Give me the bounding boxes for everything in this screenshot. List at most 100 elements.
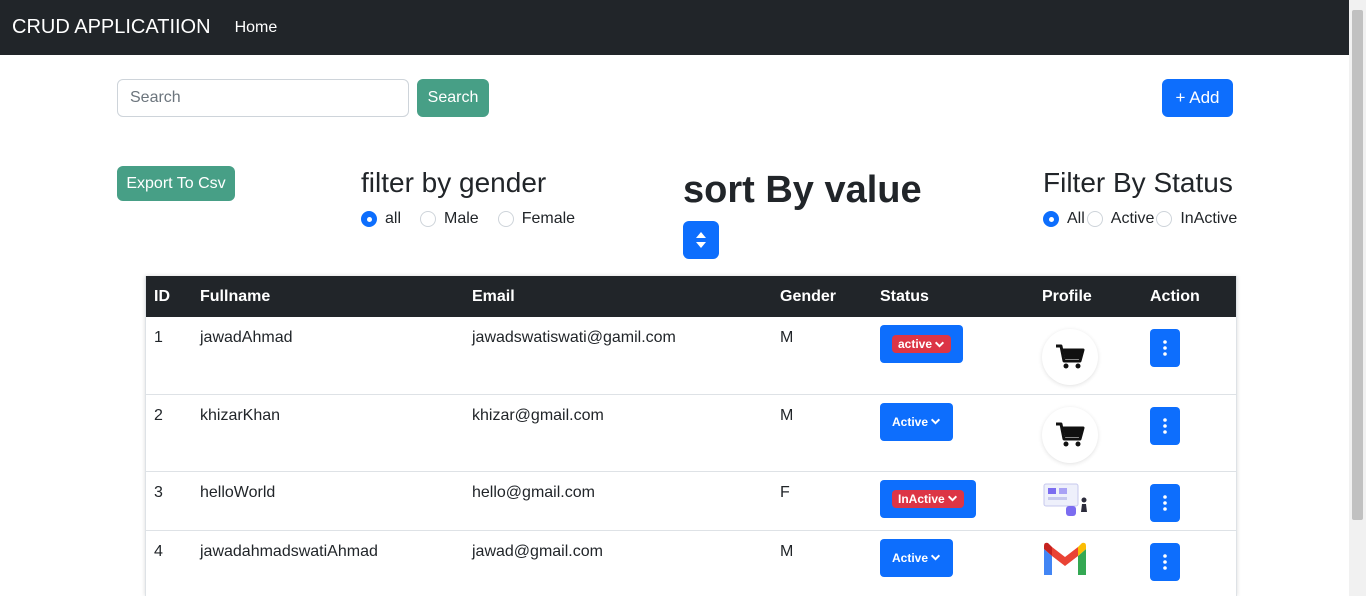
illustration-icon <box>1043 483 1087 516</box>
cell-gender: F <box>772 471 872 531</box>
kebab-menu-icon <box>1163 553 1167 570</box>
header-fullname: Fullname <box>192 276 464 317</box>
kebab-menu-icon <box>1163 494 1167 511</box>
gender-male-label: Male <box>444 210 479 227</box>
users-table: ID Fullname Email Gender Status Profile … <box>146 276 1236 596</box>
cell-action <box>1142 317 1236 395</box>
sort-button[interactable] <box>683 221 719 259</box>
cell-fullname: jawadAhmad <box>192 317 464 395</box>
cell-id: 3 <box>146 471 192 531</box>
status-badge: Active <box>892 551 941 565</box>
status-dropdown-button[interactable]: active <box>880 325 964 363</box>
table-row: 3 helloWorld hello@gmail.com F InActive <box>146 471 1236 531</box>
cell-id: 2 <box>146 394 192 472</box>
status-label: InActive <box>898 491 945 506</box>
status-all-radio[interactable] <box>1043 211 1059 227</box>
header-status: Status <box>872 276 1034 317</box>
cell-gender: M <box>772 317 872 395</box>
status-active-radio[interactable] <box>1086 211 1103 227</box>
brand-title[interactable]: CRUD APPLICATIION <box>12 16 211 39</box>
navbar: CRUD APPLICATIION Home <box>0 0 1349 55</box>
chevron-down-icon <box>930 554 941 561</box>
cart-icon <box>1056 422 1085 446</box>
cart-icon <box>1056 344 1085 369</box>
cell-email: jawadswatiswati@gamil.com <box>464 317 772 395</box>
cell-id: 1 <box>146 317 192 395</box>
row-actions-button[interactable] <box>1150 406 1180 445</box>
sort-title: sort By value <box>683 169 922 211</box>
cell-status: Active <box>872 530 1034 596</box>
status-filter-radios: All Active InActive <box>1043 210 1237 228</box>
cell-email: jawad@gmail.com <box>472 542 603 560</box>
status-dropdown-button[interactable]: Active <box>880 402 954 441</box>
vertical-scrollbar[interactable] <box>1349 0 1366 596</box>
status-active-label: Active <box>1110 210 1155 227</box>
header-gender: Gender <box>772 276 872 317</box>
cell-status: Active <box>872 394 1034 472</box>
search-button[interactable]: Search <box>417 79 489 117</box>
status-label: active <box>898 337 933 351</box>
table-header-row: ID Fullname Email Gender Status Profile … <box>146 276 1236 317</box>
nav-home-link[interactable]: Home <box>235 19 278 37</box>
cell-gender: M <box>780 542 794 560</box>
cell-action <box>1142 530 1236 596</box>
header-email: Email <box>464 276 772 317</box>
chevron-down-icon <box>947 495 957 502</box>
table-row: 4 jawadahmadswatiAhmad jawad@gmail.com M… <box>146 530 1236 596</box>
status-filter-title: Filter By Status <box>1043 167 1233 198</box>
gender-male-radio[interactable] <box>420 211 437 227</box>
sort-icon <box>696 232 706 248</box>
table-row: 2 khizarKhan khizar@gmail.com M Active <box>146 394 1236 472</box>
avatar <box>1042 406 1098 463</box>
status-badge: InActive <box>892 489 964 508</box>
status-label: Active <box>892 550 929 565</box>
cell-action <box>1142 471 1236 531</box>
cell-profile <box>1034 530 1142 596</box>
gender-all-radio[interactable] <box>361 211 377 227</box>
kebab-menu-icon <box>1163 340 1167 356</box>
chevron-down-icon <box>930 418 941 425</box>
cell-profile <box>1034 317 1142 395</box>
gender-female-radio[interactable] <box>497 211 514 227</box>
cell-gender: M <box>772 394 872 472</box>
export-csv-button[interactable]: Export To Csv <box>117 166 235 201</box>
status-inactive-label: InActive <box>1180 210 1238 227</box>
add-button[interactable]: + Add <box>1162 79 1233 117</box>
cell-id: 4 <box>154 542 163 560</box>
gender-female-label: Female <box>521 210 576 227</box>
header-id: ID <box>146 276 192 317</box>
scrollbar-thumb[interactable] <box>1352 10 1363 520</box>
row-actions-button[interactable] <box>1150 483 1180 522</box>
status-inactive-radio[interactable] <box>1156 211 1173 227</box>
cell-fullname: khizarKhan <box>192 394 464 472</box>
cell-profile <box>1034 471 1142 531</box>
avatar <box>1042 329 1098 385</box>
gender-filter-title: filter by gender <box>361 167 547 198</box>
cell-fullname: helloWorld <box>192 471 464 531</box>
row-actions-button[interactable] <box>1150 329 1180 367</box>
cell-fullname: jawadahmadswatiAhmad <box>200 542 378 560</box>
users-table-container: ID Fullname Email Gender Status Profile … <box>145 276 1237 596</box>
search-input[interactable] <box>117 79 409 117</box>
cell-status: active <box>872 317 1034 395</box>
row-actions-button[interactable] <box>1150 542 1180 581</box>
cell-profile <box>1034 394 1142 472</box>
cell-action <box>1142 394 1236 472</box>
gmail-icon <box>1044 542 1086 575</box>
status-badge: Active <box>892 415 941 429</box>
gender-all-label: all <box>385 210 402 227</box>
cell-email: khizar@gmail.com <box>464 394 772 472</box>
header-action: Action <box>1142 276 1236 317</box>
cell-status: InActive <box>872 471 1034 531</box>
header-profile: Profile <box>1034 276 1142 317</box>
cell-email: hello@gmail.com <box>464 471 772 531</box>
kebab-menu-icon <box>1163 417 1167 434</box>
status-dropdown-button[interactable]: InActive <box>880 479 976 518</box>
gender-filter-radios: all Male Female <box>361 210 575 228</box>
status-label: Active <box>892 414 929 429</box>
chevron-down-icon <box>934 341 945 348</box>
status-all-label: All <box>1067 210 1085 227</box>
table-row: 1 jawadAhmad jawadswatiswati@gamil.com M… <box>146 317 1236 395</box>
status-dropdown-button[interactable]: Active <box>880 538 954 577</box>
status-badge: active <box>892 335 952 353</box>
